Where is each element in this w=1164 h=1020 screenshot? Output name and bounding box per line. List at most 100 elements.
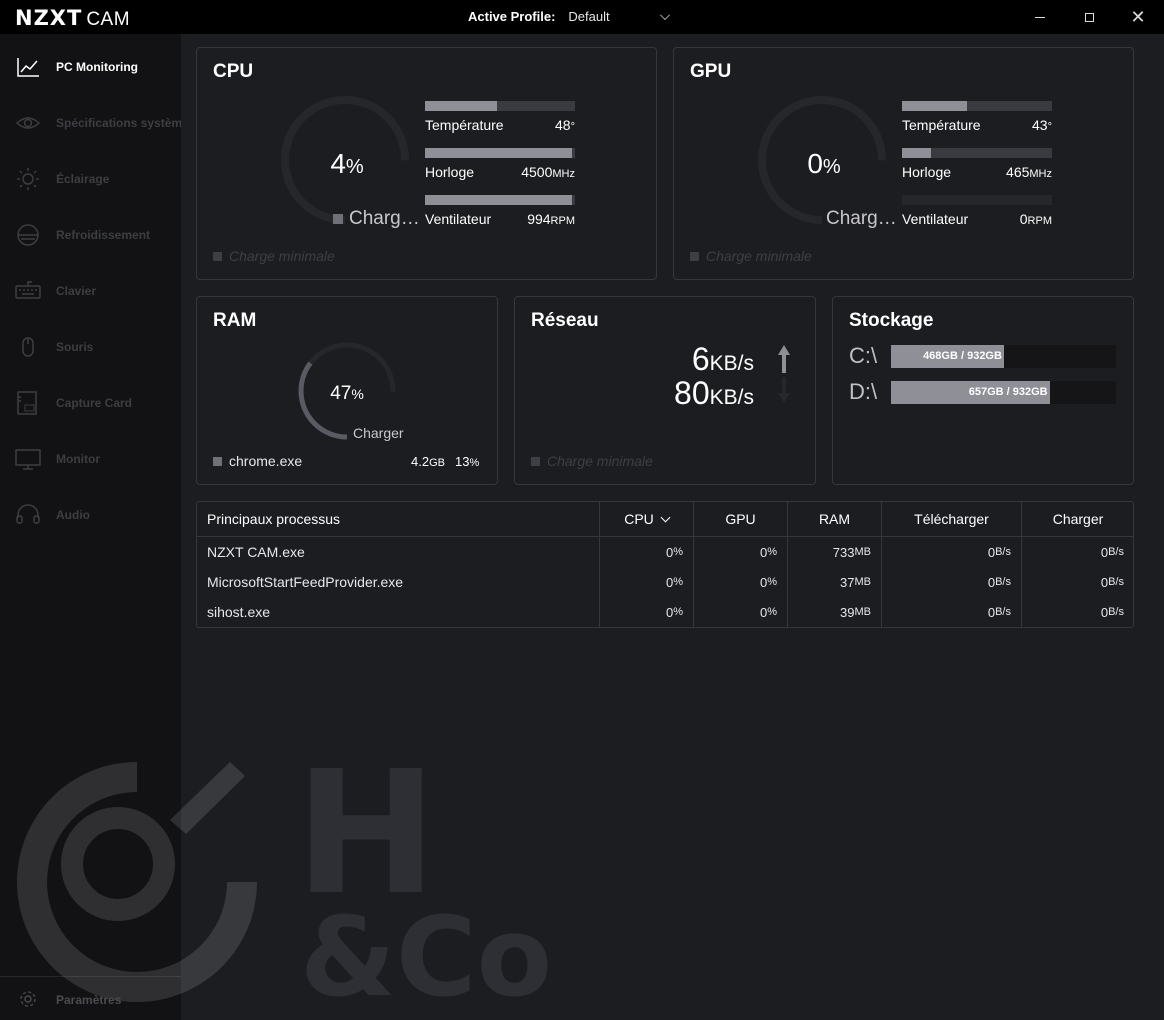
sun-icon <box>17 168 39 190</box>
brand-name: NZXT <box>15 6 83 30</box>
gpu-fan-value: 0RPM <box>1019 211 1052 227</box>
legend-square <box>213 251 222 261</box>
process-download: 0 B/s <box>881 537 1021 567</box>
ram-usage-value: 47% <box>330 383 364 404</box>
drive-usage-caption: 468GB / 932GB <box>923 350 1002 362</box>
sidebar-item-label: Refroidissement <box>56 228 151 242</box>
sidebar-item-specs[interactable]: Spécifications système <box>0 103 189 143</box>
settings-label: Paramètres <box>56 993 122 1007</box>
sidebar-item-label: Monitor <box>56 452 100 466</box>
legend-square <box>690 251 699 261</box>
ram-top-process-mem: 4.2GB <box>411 454 445 469</box>
sidebar-item-label: Audio <box>56 508 90 522</box>
process-gpu: 0% <box>693 537 787 567</box>
gpu-clock-label: Horloge <box>902 164 952 180</box>
sidebar-item-pc-monitoring[interactable]: PC Monitoring <box>0 47 181 87</box>
app-logo: NZXT CAM <box>15 6 130 30</box>
sidebar: PC Monitoring Spécifications système Écl… <box>0 34 189 1020</box>
sidebar-item-keyboard[interactable]: Clavier <box>0 271 181 311</box>
column-header-cpu[interactable]: CPU <box>599 502 693 536</box>
sidebar-item-label: Clavier <box>56 284 97 298</box>
chevron-down-icon[interactable] <box>660 9 671 20</box>
sidebar-item-settings[interactable]: Paramètres <box>0 980 181 1018</box>
sidebar-item-label: Souris <box>56 340 94 354</box>
sidebar-item-capture-card[interactable]: Capture Card <box>0 383 181 423</box>
drive-c: C:\ 468GB / 932GB <box>849 343 1116 369</box>
cpu-fan-value: 994RPM <box>527 211 575 227</box>
maximize-icon <box>1084 12 1094 22</box>
drive-usage-bar: 468GB / 932GB <box>891 344 1116 368</box>
sidebar-item-label: Spécifications système <box>56 116 189 130</box>
gpu-load-label: Charg… <box>826 208 897 229</box>
sidebar-item-monitor[interactable]: Monitor <box>0 439 181 479</box>
profile-selector[interactable]: Active Profile: Default <box>468 9 671 24</box>
sidebar-item-lighting[interactable]: Éclairage <box>0 159 181 199</box>
legend-square <box>531 456 540 466</box>
process-ram: 39 MB <box>787 597 881 627</box>
sidebar-item-label: PC Monitoring <box>56 60 138 74</box>
ram-top-process: chrome.exe <box>229 453 303 469</box>
profile-value: Default <box>568 9 610 24</box>
table-row: sihost.exe 0% 0% 39 MB 0 B/s 0 B/s <box>197 597 1133 627</box>
process-name: MicrosoftStartFeedProvider.exe <box>207 574 404 590</box>
ram-card: RAM 47% Charger chrome.exe 4.2GB 13% <box>196 296 498 485</box>
process-gpu: 0% <box>693 597 787 627</box>
maximize-button[interactable] <box>1066 0 1112 34</box>
cpu-clock-bar <box>425 148 575 158</box>
drive-usage-caption: 657GB / 932GB <box>968 386 1048 398</box>
storage-title: Stockage <box>849 310 934 331</box>
legend-square <box>213 457 222 466</box>
cpu-load-label: Charg… <box>349 208 420 229</box>
sidebar-item-mouse[interactable]: Souris <box>0 327 181 367</box>
sidebar-item-label: Éclairage <box>56 172 110 186</box>
process-download: 0 B/s <box>881 567 1021 597</box>
title-bar: NZXT CAM Active Profile: Default ✕ <box>0 0 1164 34</box>
processes-table: Principaux processus CPU GPU RAM Télécha… <box>196 501 1134 628</box>
sidebar-item-audio[interactable]: Audio <box>0 495 181 535</box>
gpu-fan-label: Ventilateur <box>902 211 969 227</box>
column-header-process[interactable]: Principaux processus <box>197 502 599 536</box>
process-upload: 0 B/s <box>1021 537 1134 567</box>
cpu-temp-label: Température <box>425 117 504 133</box>
headset-icon <box>16 504 40 524</box>
ram-title: RAM <box>213 310 257 331</box>
gpu-temp-value: 43° <box>1032 117 1052 133</box>
gpu-load-value: 0% <box>807 148 841 179</box>
cpu-title: CPU <box>213 61 254 82</box>
column-header-gpu[interactable]: GPU <box>693 502 787 536</box>
gear-icon <box>20 991 36 1007</box>
sidebar-item-cooling[interactable]: Refroidissement <box>0 215 181 255</box>
fan-icon <box>17 224 39 246</box>
sort-desc-icon <box>660 512 671 522</box>
cpu-fan-bar <box>425 195 575 205</box>
column-header-ram[interactable]: RAM <box>787 502 881 536</box>
mouse-icon <box>22 337 34 357</box>
sidebar-item-label: Capture Card <box>56 396 133 410</box>
cpu-clock-value: 4500MHz <box>521 164 575 180</box>
process-download: 0 B/s <box>881 597 1021 627</box>
storage-card: Stockage C:\ 468GB / 932GB D:\ 657GB / 9… <box>832 296 1134 485</box>
minimize-icon <box>1035 16 1045 18</box>
network-card: Réseau 6KB/s 80KB/s Charge minimale <box>514 296 816 485</box>
chart-line-icon <box>17 58 39 77</box>
gpu-temp-label: Température <box>902 117 981 133</box>
process-cpu: 0% <box>599 537 693 567</box>
ram-top-process-pct: 13% <box>455 454 480 469</box>
upload-download-arrows-icon <box>778 345 790 403</box>
network-title: Réseau <box>531 310 599 331</box>
process-cpu: 0% <box>599 597 693 627</box>
close-button[interactable]: ✕ <box>1115 0 1161 34</box>
eye-icon <box>15 117 41 129</box>
network-upload-value: 6KB/s <box>691 341 754 377</box>
column-header-download[interactable]: Télécharger <box>881 502 1021 536</box>
process-upload: 0 B/s <box>1021 567 1134 597</box>
minimize-button[interactable] <box>1017 0 1063 34</box>
table-header-row: Principaux processus CPU GPU RAM Télécha… <box>197 502 1133 537</box>
column-header-upload[interactable]: Charger <box>1021 502 1134 536</box>
capture-card-icon <box>17 391 37 415</box>
profile-label: Active Profile: <box>468 9 556 24</box>
process-ram: 733 MB <box>787 537 881 567</box>
table-row: NZXT CAM.exe 0% 0% 733 MB 0 B/s 0 B/s <box>197 537 1133 567</box>
drive-letter: C:\ <box>849 343 878 368</box>
table-row: MicrosoftStartFeedProvider.exe 0% 0% 37 M… <box>197 567 1133 597</box>
